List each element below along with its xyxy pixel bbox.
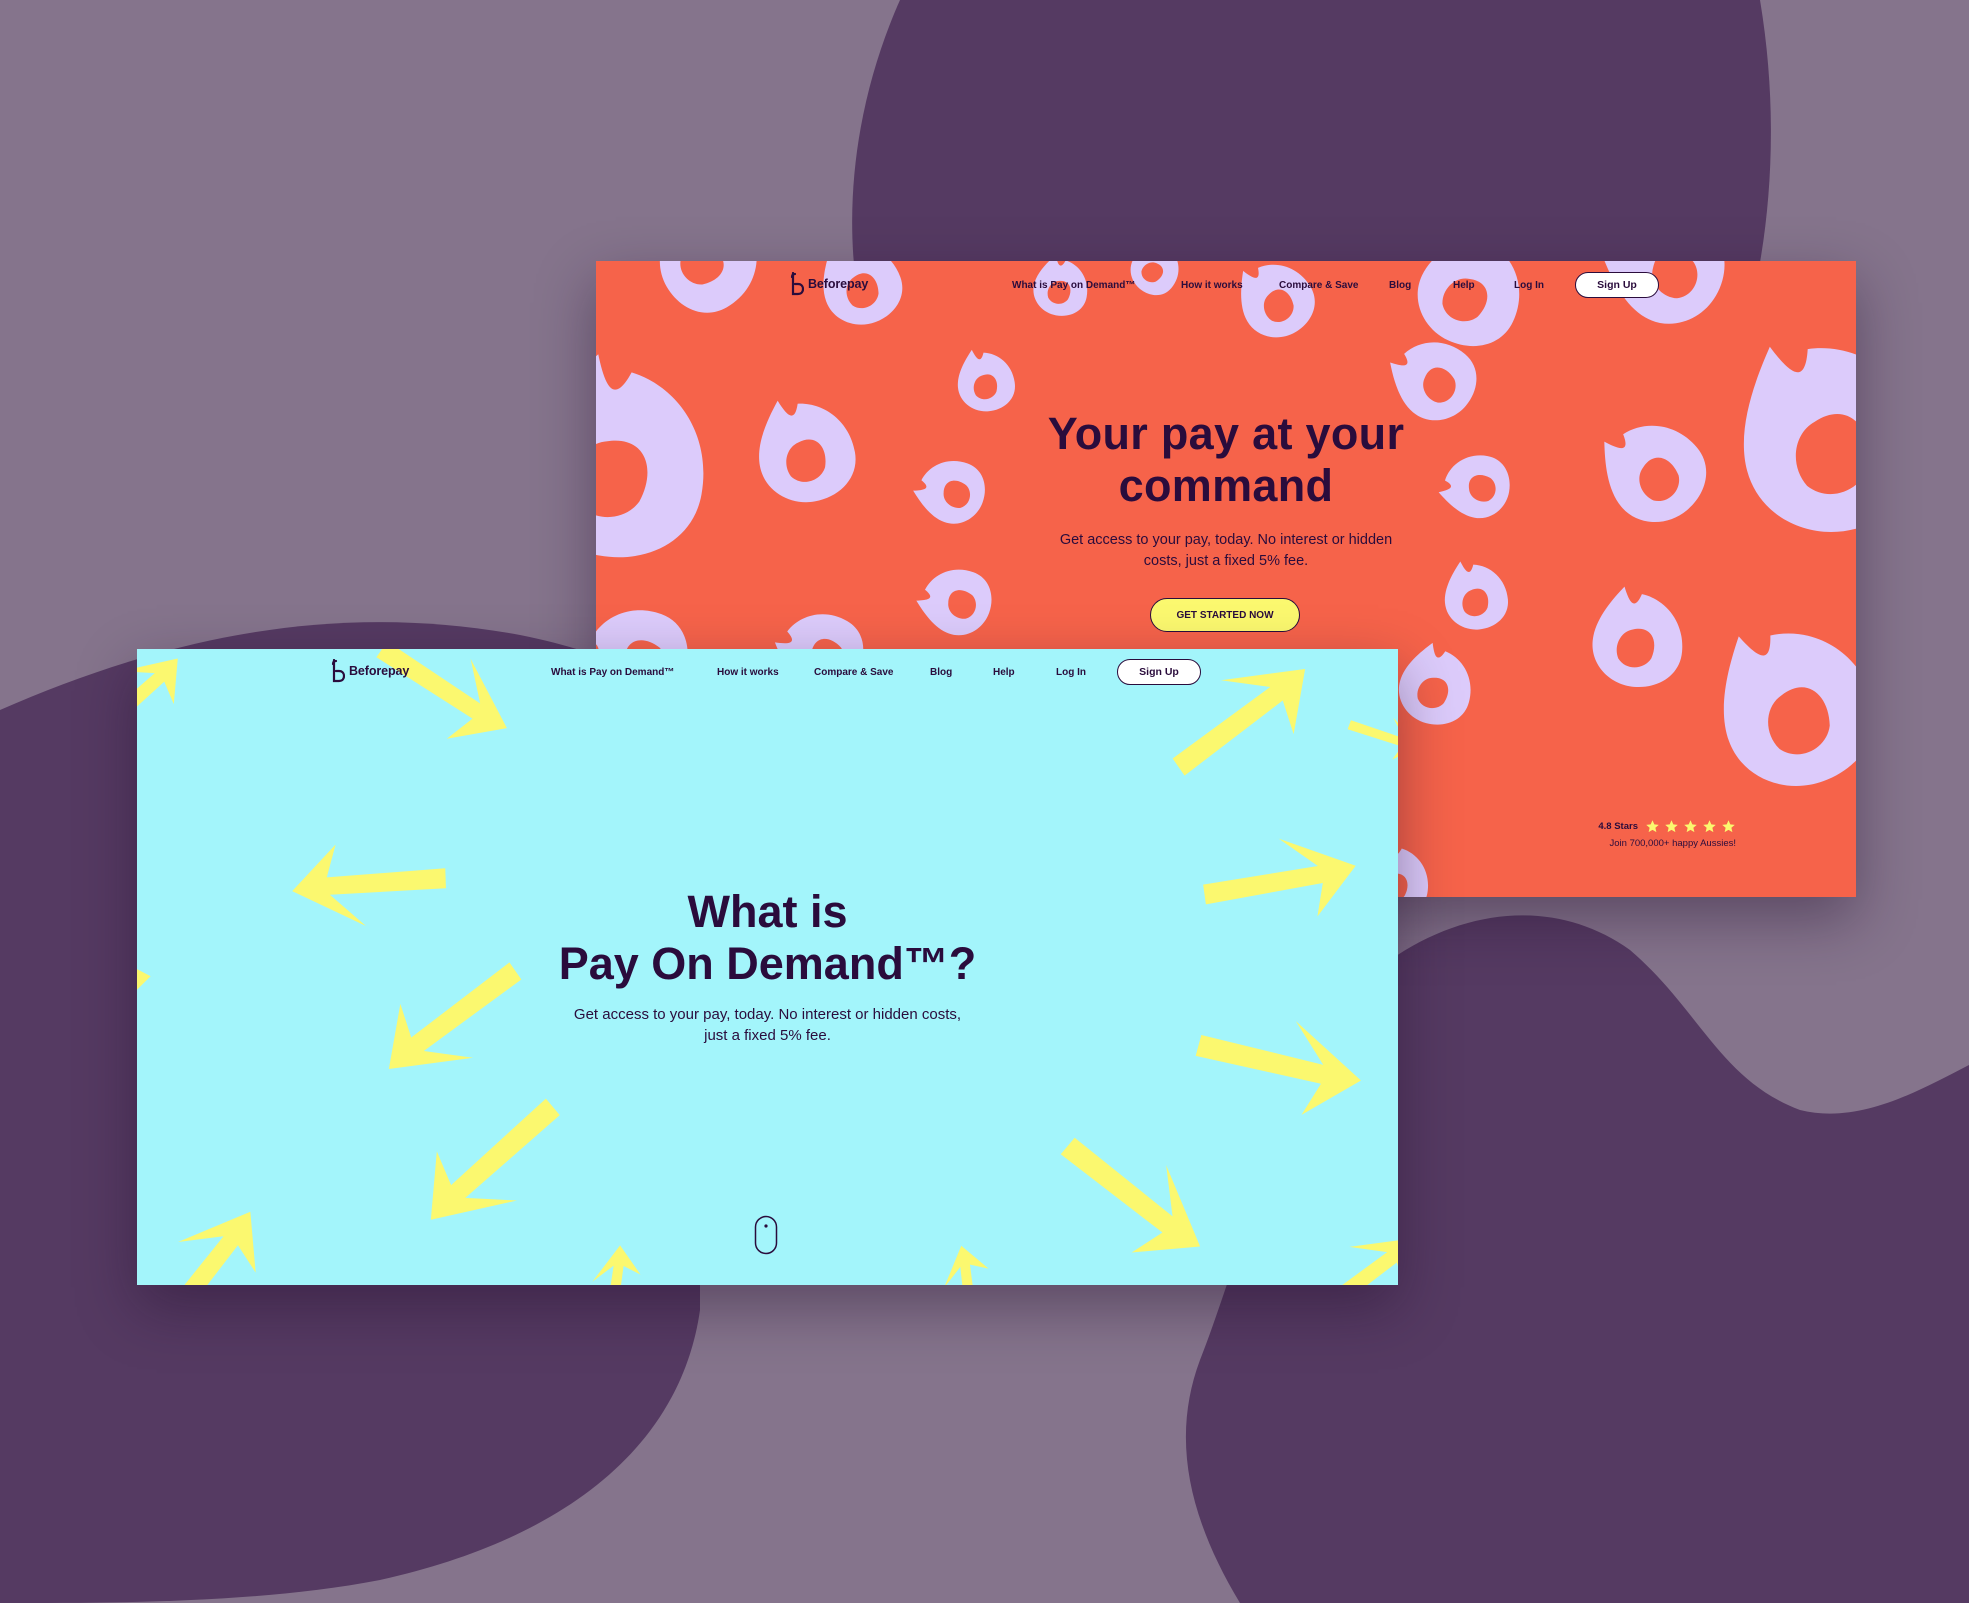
signup-button[interactable]: Sign Up [1117, 659, 1201, 685]
hero-subtitle-line-1: Get access to your pay, today. No intere… [573, 1006, 962, 1023]
nav-link-what-is-pay-on-demand[interactable]: What is Pay on Demand™ [551, 667, 674, 678]
nav-link-log-in[interactable]: Log In [1514, 280, 1544, 291]
hero-subtitle: Get access to your pay, today. No intere… [137, 1004, 1398, 1046]
hero-subtitle-line-1: Get access to your pay, today. No intere… [1059, 532, 1393, 548]
rating-note: Join 700,000+ happy Aussies! [1609, 838, 1737, 849]
nav-link-compare-save[interactable]: Compare & Save [814, 667, 893, 678]
signup-button[interactable]: Sign Up [1575, 272, 1659, 298]
hero-title-line-1: What is [687, 886, 848, 937]
rating-label: 4.8 Stars [1598, 821, 1638, 832]
get-started-button[interactable]: GET STARTED NOW [1150, 598, 1300, 632]
brand-name: Beforepay [808, 277, 869, 291]
brand-logo[interactable]: Beforepay [331, 659, 409, 683]
orange-nav-bar: Beforepay What is Pay on Demand™ How it … [596, 261, 1856, 311]
nav-link-help[interactable]: Help [1453, 280, 1475, 291]
nav-link-help[interactable]: Help [993, 667, 1015, 678]
beforepay-b-logo-icon [790, 272, 804, 296]
star-icon [1684, 820, 1697, 833]
rating-row: 4.8 Stars [1516, 819, 1736, 834]
star-icon [1665, 820, 1678, 833]
blue-landing-screenshot: Beforepay What is Pay on Demand™ How it … [137, 649, 1398, 1285]
blue-nav-bar: Beforepay What is Pay on Demand™ How it … [137, 649, 1398, 699]
rating-block: 4.8 Stars Join 700,000+ happy Aussies! [1516, 819, 1736, 849]
star-icon [1703, 820, 1716, 833]
nav-link-how-it-works[interactable]: How it works [1181, 280, 1243, 291]
brand-logo[interactable]: Beforepay [790, 272, 868, 296]
nav-link-blog[interactable]: Blog [1389, 280, 1411, 291]
nav-link-blog[interactable]: Blog [930, 667, 952, 678]
nav-link-compare-save[interactable]: Compare & Save [1279, 280, 1358, 291]
hero-subtitle: Get access to your pay, today. No intere… [596, 530, 1856, 572]
beforepay-b-logo-icon [331, 659, 345, 683]
hero-title-line-2: Pay On Demand™? [558, 938, 977, 989]
nav-link-how-it-works[interactable]: How it works [717, 667, 779, 678]
nav-link-what-is-pay-on-demand[interactable]: What is Pay on Demand™ [1012, 280, 1135, 291]
hero-title-line-2: command [1118, 460, 1334, 511]
hero-subtitle-line-2: just a fixed 5% fee. [704, 1027, 831, 1044]
brand-name: Beforepay [349, 664, 410, 678]
star-icon [1646, 820, 1659, 833]
hero-title: What is Pay On Demand™? [137, 886, 1398, 990]
scroll-mouse-icon[interactable] [754, 1215, 778, 1255]
hero-title: Your pay at your command [596, 408, 1856, 512]
hero-subtitle-line-2: costs, just a fixed 5% fee. [1143, 553, 1309, 569]
star-icon [1722, 820, 1735, 833]
hero-title-line-1: Your pay at your [1047, 408, 1405, 459]
nav-link-log-in[interactable]: Log In [1056, 667, 1086, 678]
